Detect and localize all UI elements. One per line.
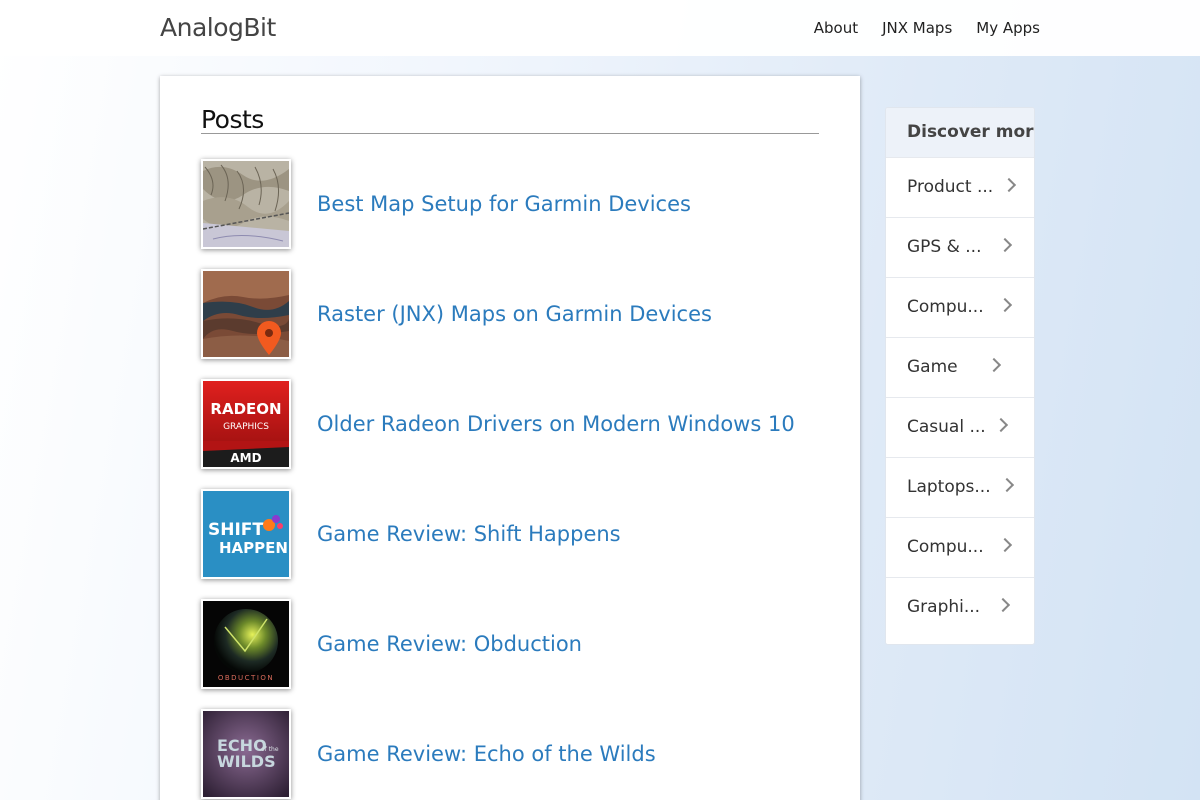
thumb-text: RADEON [210, 400, 281, 418]
post-item: ECHO of the WILDS Game Review: Echo of t… [201, 709, 821, 799]
nav-link-about[interactable]: About [814, 19, 858, 37]
thumb-text: SHIFT [208, 520, 264, 540]
discover-item-casual[interactable]: Casual ... [886, 397, 1034, 457]
post-link[interactable]: Best Map Setup for Garmin Devices [317, 192, 691, 216]
discover-item-label: Laptops... [907, 477, 991, 497]
discover-item-label: Casual ... [907, 417, 986, 437]
thumb-text: HAPPENS [219, 539, 289, 557]
post-item: SHIFT HAPPENS Game Review: Shift Happens [201, 489, 821, 579]
chevron-right-icon [995, 597, 1011, 613]
discover-item-gps[interactable]: GPS & ... [886, 217, 1034, 277]
discover-item-laptops[interactable]: Laptops... [886, 457, 1034, 517]
post-item: RADEON GRAPHICS AMD Older Radeon Drivers… [201, 379, 821, 469]
discover-item-graphics[interactable]: Graphi... [886, 577, 1034, 637]
chevron-right-icon [986, 357, 1002, 373]
shift-happens-thumbnail[interactable]: SHIFT HAPPENS [201, 489, 291, 579]
post-link[interactable]: Game Review: Obduction [317, 632, 582, 656]
site-brand-link[interactable]: AnalogBit [160, 13, 276, 42]
posts-card: Posts Best Map Setup for Garmin Devices [160, 76, 860, 800]
satellite-map-pin-thumbnail[interactable] [201, 269, 291, 359]
echo-of-the-wilds-thumbnail[interactable]: ECHO of the WILDS [201, 709, 291, 799]
topo-map-thumbnail[interactable] [201, 159, 291, 249]
post-item: Raster (JNX) Maps on Garmin Devices [201, 269, 821, 359]
discover-item-label: Game [907, 357, 958, 377]
chevron-right-icon [999, 477, 1015, 493]
posts-heading: Posts [201, 106, 819, 134]
nav-link-my-apps[interactable]: My Apps [976, 19, 1040, 37]
nav-link-jnx-maps[interactable]: JNX Maps [882, 19, 952, 37]
discover-item-label: Graphi... [907, 597, 981, 617]
chevron-right-icon [997, 297, 1013, 313]
top-navbar: AnalogBit About JNX Maps My Apps [0, 0, 1200, 56]
discover-more-panel: Discover more Product ... GPS & ... Comp… [885, 107, 1035, 645]
chevron-right-icon [1001, 177, 1017, 193]
obduction-thumbnail[interactable]: OBDUCTION [201, 599, 291, 689]
chevron-right-icon [997, 237, 1013, 253]
thumb-text: OBDUCTION [218, 674, 274, 682]
chevron-right-icon [997, 537, 1013, 553]
radeon-logo-thumbnail[interactable]: RADEON GRAPHICS AMD [201, 379, 291, 469]
post-item: OBDUCTION Game Review: Obduction [201, 599, 821, 689]
chevron-right-icon [993, 417, 1009, 433]
post-link[interactable]: Game Review: Echo of the Wilds [317, 742, 656, 766]
discover-item-game[interactable]: Game [886, 337, 1034, 397]
post-item: Best Map Setup for Garmin Devices [201, 159, 821, 249]
discover-item-label: Product ... [907, 177, 994, 197]
discover-item-label: Compu... [907, 297, 984, 317]
thumb-text: AMD [230, 451, 261, 465]
main-nav: About JNX Maps My Apps [814, 19, 1040, 37]
discover-item-label: Compu... [907, 537, 984, 557]
post-link[interactable]: Game Review: Shift Happens [317, 522, 621, 546]
discover-item-computers-2[interactable]: Compu... [886, 517, 1034, 577]
thumb-text: WILDS [217, 752, 276, 771]
discover-item-product[interactable]: Product ... [886, 157, 1034, 217]
discover-item-label: GPS & ... [907, 237, 982, 257]
discover-item-computers[interactable]: Compu... [886, 277, 1034, 337]
post-link[interactable]: Older Radeon Drivers on Modern Windows 1… [317, 412, 795, 436]
discover-more-heading: Discover more [886, 108, 1034, 157]
post-link[interactable]: Raster (JNX) Maps on Garmin Devices [317, 302, 712, 326]
thumb-text: GRAPHICS [223, 422, 269, 432]
